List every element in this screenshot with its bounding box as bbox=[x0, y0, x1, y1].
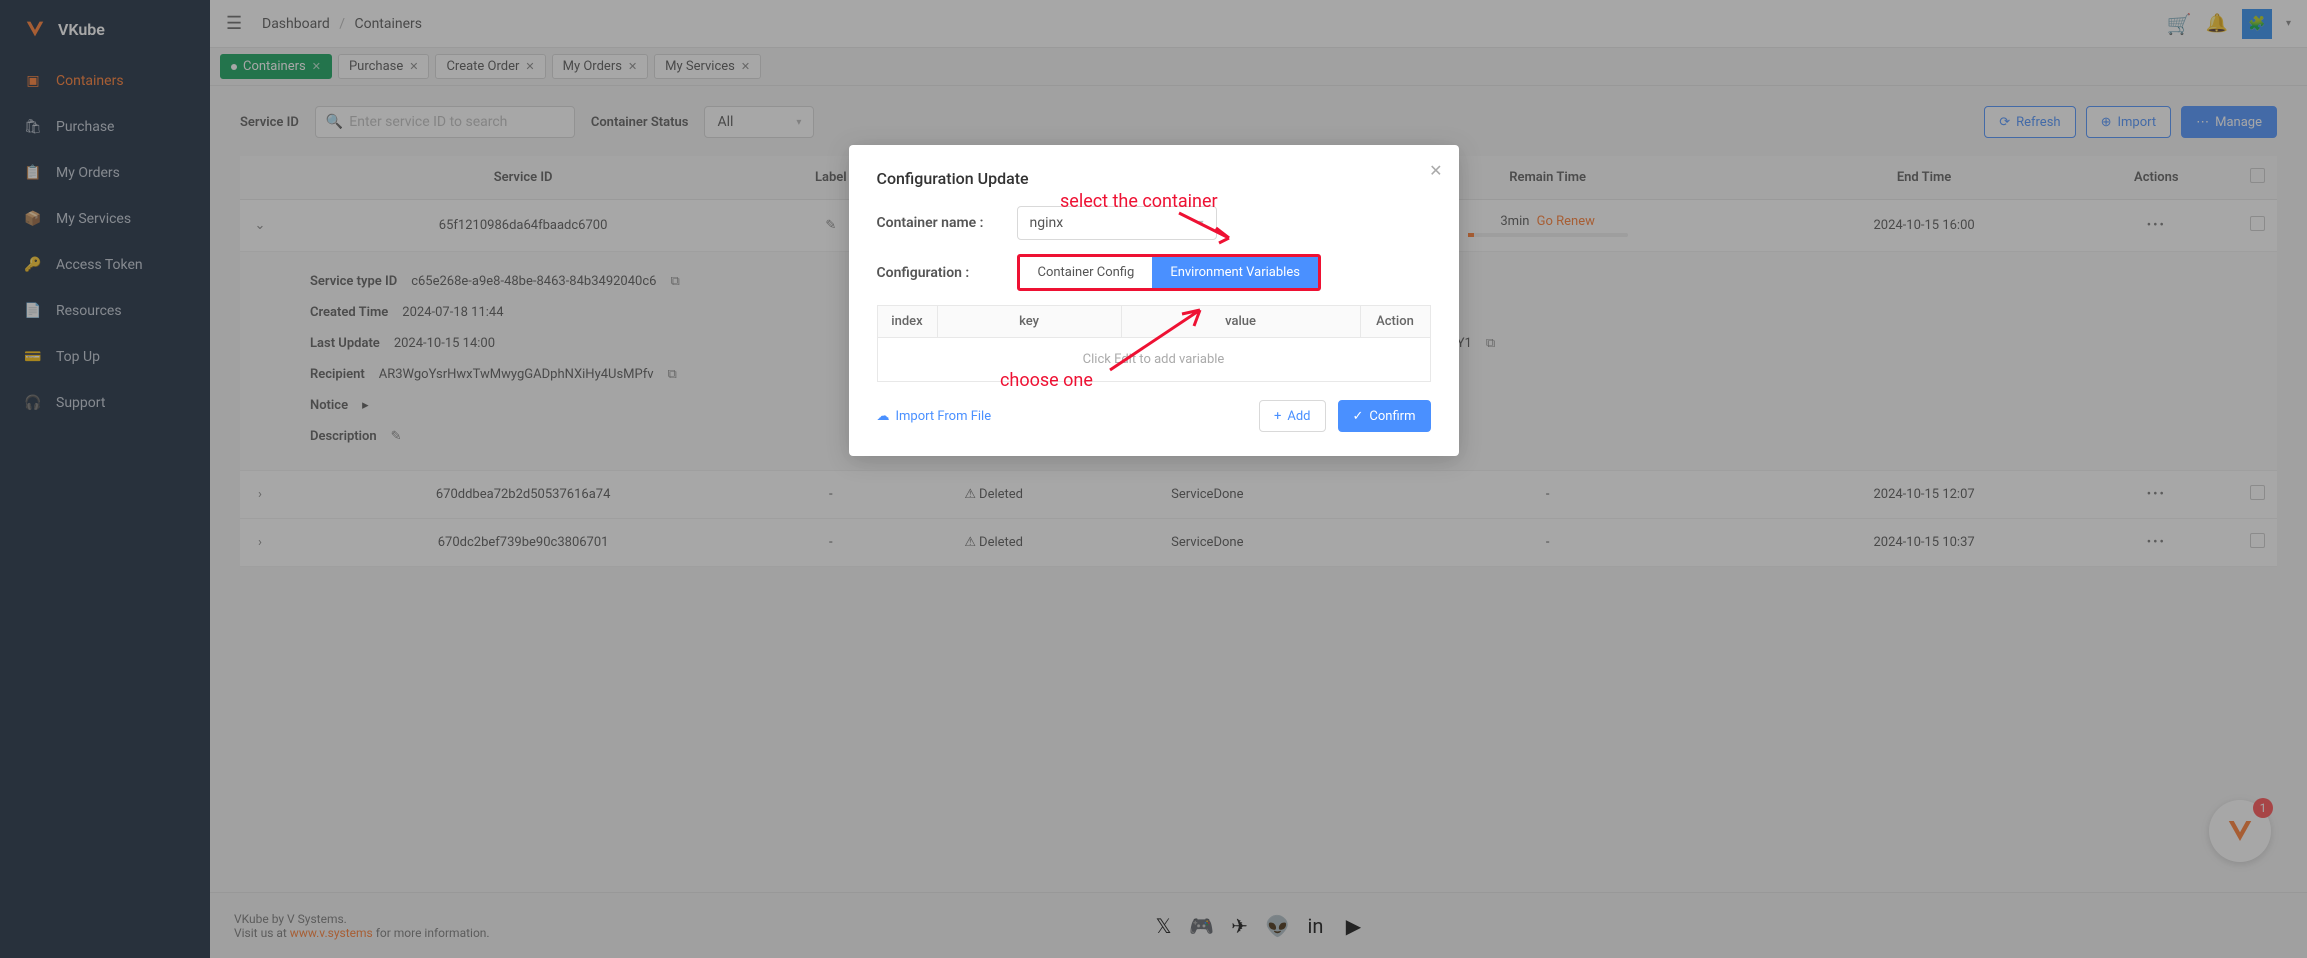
col-value: value bbox=[1121, 306, 1360, 338]
container-value: nginx bbox=[1030, 215, 1064, 231]
import-from-file[interactable]: ☁ Import From File bbox=[877, 409, 992, 424]
col-index: index bbox=[877, 306, 937, 338]
config-tabs: Container Config Environment Variables bbox=[1017, 254, 1321, 291]
modal-title: Configuration Update bbox=[877, 169, 1431, 188]
add-button[interactable]: + Add bbox=[1259, 400, 1326, 432]
tab-env-vars[interactable]: Environment Variables bbox=[1152, 257, 1318, 288]
cloud-upload-icon: ☁ bbox=[877, 409, 890, 424]
confirm-button[interactable]: ✓ Confirm bbox=[1338, 400, 1431, 432]
button-label: Add bbox=[1287, 409, 1310, 424]
container-name-label: Container name : bbox=[877, 215, 1017, 231]
container-select[interactable]: nginx ▾ bbox=[1017, 206, 1217, 240]
tab-container-config[interactable]: Container Config bbox=[1020, 257, 1153, 288]
modal-overlay[interactable] bbox=[0, 0, 2307, 958]
close-icon[interactable]: ✕ bbox=[1429, 161, 1442, 180]
chevron-down-icon: ▾ bbox=[1198, 218, 1203, 229]
button-label: Confirm bbox=[1369, 409, 1415, 424]
config-label: Configuration : bbox=[877, 265, 1017, 281]
check-icon: ✓ bbox=[1353, 409, 1364, 424]
env-table: index key value Action bbox=[877, 305, 1431, 338]
col-action: Action bbox=[1360, 306, 1430, 338]
plus-icon: + bbox=[1274, 409, 1281, 424]
import-label: Import From File bbox=[896, 409, 992, 424]
col-key: key bbox=[937, 306, 1121, 338]
env-empty[interactable]: Click Edit to add variable bbox=[877, 338, 1431, 382]
config-modal: ✕ Configuration Update Container name : … bbox=[849, 145, 1459, 456]
